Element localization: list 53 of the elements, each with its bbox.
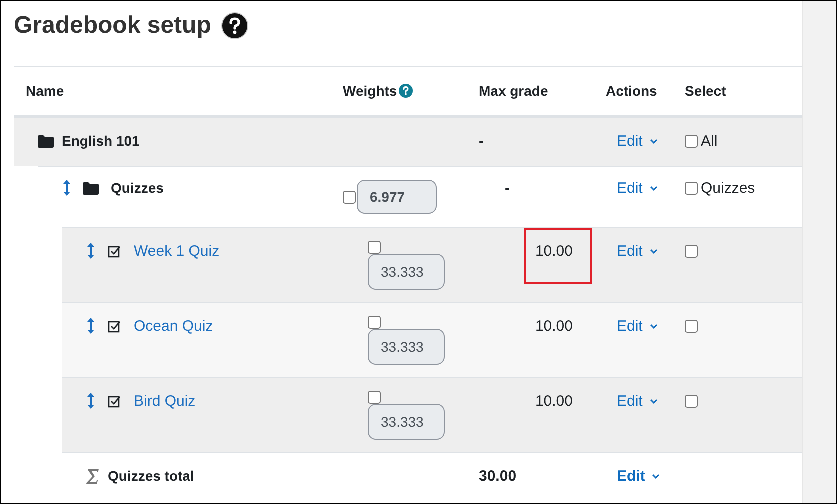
grade-item-link[interactable]: Week 1 Quiz: [134, 242, 220, 260]
override-checkbox[interactable]: [368, 316, 381, 329]
edit-menu[interactable]: Edit: [617, 392, 658, 410]
move-icon[interactable]: [87, 317, 95, 335]
edit-menu[interactable]: Edit: [617, 132, 658, 150]
column-header: Max grade: [479, 83, 548, 99]
highlight-box: [524, 228, 592, 284]
column-header: Actions: [606, 83, 658, 99]
help-icon[interactable]: [221, 12, 250, 40]
select-checkbox[interactable]: [685, 182, 698, 194]
max-grade: 10.00: [535, 392, 573, 410]
total-name: Quizzes total: [108, 468, 194, 484]
override-checkbox[interactable]: [368, 391, 381, 404]
max-grade: 30.00: [479, 468, 517, 484]
select-label: All: [701, 132, 718, 150]
column-header: Weights: [343, 83, 398, 99]
grade-item-link[interactable]: Bird Quiz: [134, 392, 196, 410]
max-grade: 10.00: [535, 242, 573, 260]
category-name: Quizzes: [111, 180, 164, 196]
sum-icon: [86, 468, 100, 484]
quiz-icon: [108, 244, 121, 258]
move-icon[interactable]: [63, 179, 71, 197]
edit-menu[interactable]: Edit: [617, 318, 658, 334]
chevron-icon: [650, 324, 658, 328]
select-label: Quizzes: [701, 180, 756, 196]
column-header: Select: [685, 83, 726, 99]
category-name: English 101: [62, 133, 140, 149]
select-checkbox[interactable]: [685, 394, 698, 408]
select-checkbox[interactable]: [685, 244, 698, 258]
edit-menu[interactable]: Edit: [617, 242, 658, 260]
select-checkbox[interactable]: [685, 134, 698, 148]
move-icon[interactable]: [87, 242, 95, 260]
override-checkbox[interactable]: [343, 190, 356, 204]
folder-icon: [38, 134, 54, 148]
quiz-icon: [108, 320, 121, 332]
chevron-icon: [650, 138, 658, 144]
column-header: Name: [26, 83, 64, 99]
max-grade: 10.00: [535, 318, 573, 334]
max-grade: -: [479, 132, 484, 150]
move-icon[interactable]: [87, 392, 95, 410]
folder-icon: [83, 182, 99, 194]
override-checkbox[interactable]: [368, 241, 381, 254]
chevron-icon: [650, 248, 658, 254]
quiz-icon: [108, 394, 121, 408]
max-grade: -: [505, 180, 510, 196]
select-checkbox[interactable]: [685, 320, 698, 332]
edit-menu[interactable]: Edit: [617, 468, 660, 484]
page-title: Gradebook setup: [14, 12, 212, 40]
chevron-icon: [652, 474, 660, 478]
grade-item-link[interactable]: Ocean Quiz: [134, 318, 214, 334]
edit-menu[interactable]: Edit: [617, 180, 658, 196]
chevron-icon: [650, 398, 658, 404]
chevron-icon: [650, 186, 658, 190]
